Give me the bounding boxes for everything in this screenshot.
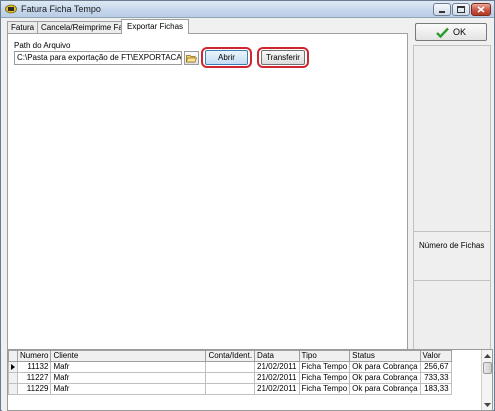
tab-fatura[interactable]: Fatura [7,21,39,33]
cell-cliente[interactable]: Mafr [50,383,207,395]
close-icon [477,6,485,13]
row-indicator [8,372,18,384]
grid-header-row: Numero Cliente Conta/Ident. Data Tipo St… [8,350,452,362]
maximize-button[interactable] [452,3,470,16]
folder-open-icon [186,54,197,62]
cell-status[interactable]: Ok para Cobrança [349,361,421,373]
column-header-numero[interactable]: Numero [16,350,52,362]
browse-folder-button[interactable] [184,51,199,65]
cell-data[interactable]: 21/02/2011 [254,361,300,373]
cell-numero[interactable]: 11229 [16,383,52,395]
scroll-up-button[interactable] [482,350,492,361]
minimize-button[interactable] [433,3,451,16]
transferir-button[interactable]: Transferir [261,50,305,65]
title-bar[interactable]: Fatura Ficha Tempo [1,1,494,18]
table-row[interactable]: 11227 Mafr 21/02/2011 Ficha Tempo Ok par… [8,372,452,384]
row-indicator [8,361,18,373]
cell-data[interactable]: 21/02/2011 [254,383,300,395]
main-window: Fatura Ficha Tempo Fatura Cancela/Reimpr… [0,0,495,411]
window-title: Fatura Ficha Tempo [21,4,101,14]
cell-conta[interactable] [205,372,256,384]
cell-data[interactable]: 21/02/2011 [254,372,300,384]
cell-tipo[interactable]: Ficha Tempo [298,361,351,373]
maximize-icon [457,6,465,13]
ok-label: OK [452,27,466,37]
indicator-header [8,350,18,362]
cell-cliente[interactable]: Mafr [50,361,207,373]
column-header-data[interactable]: Data [254,350,300,362]
column-header-valor[interactable]: Valor [419,350,452,362]
minimize-icon [439,10,445,13]
cell-tipo[interactable]: Ficha Tempo [298,372,351,384]
checkmark-icon [436,27,449,38]
path-label: Path do Arquivo [14,41,71,50]
client-area: Fatura Cancela/Reimprime Fatura Exportar… [2,19,493,411]
cell-numero[interactable]: 11227 [16,372,52,384]
cell-cliente[interactable]: Mafr [50,372,207,384]
path-input[interactable]: C:\Pasta para exportação de FT\EXPORTACA… [14,51,182,65]
column-header-status[interactable]: Status [349,350,421,362]
scroll-down-button[interactable] [482,399,492,410]
tab-exportar-fichas[interactable]: Exportar Fichas [121,19,190,34]
cell-valor[interactable]: 183,33 [419,383,452,395]
column-header-conta[interactable]: Conta/Ident. [205,350,256,362]
abrir-button[interactable]: Abrir [205,50,248,65]
ok-button[interactable]: OK [415,23,487,41]
scrollbar-thumb[interactable] [483,362,492,374]
current-row-arrow-icon [11,364,15,370]
cell-conta[interactable] [205,383,256,395]
vertical-scrollbar[interactable] [481,350,492,410]
scroll-up-icon [484,353,491,358]
fichas-grid[interactable]: Numero Cliente Conta/Ident. Data Tipo St… [7,349,493,411]
numero-fichas-box: Número de Fichas [414,231,490,281]
cell-valor[interactable]: 733,33 [419,372,452,384]
scroll-down-icon [484,402,491,407]
cell-numero[interactable]: 11132 [16,361,52,373]
column-header-tipo[interactable]: Tipo [298,350,351,362]
cell-status[interactable]: Ok para Cobrança [349,372,421,384]
cell-conta[interactable] [205,361,256,373]
table-row[interactable]: 11132 Mafr 21/02/2011 Ficha Tempo Ok par… [8,361,452,373]
column-header-cliente[interactable]: Cliente [50,350,207,362]
table-row[interactable]: 11229 Mafr 21/02/2011 Ficha Tempo Ok par… [8,383,452,395]
close-button[interactable] [471,3,491,16]
cell-valor[interactable]: 256,67 [419,361,452,373]
cell-status[interactable]: Ok para Cobrança [349,383,421,395]
app-icon [5,4,17,14]
row-indicator [8,383,18,395]
cell-tipo[interactable]: Ficha Tempo [298,383,351,395]
fichas-table: Numero Cliente Conta/Ident. Data Tipo St… [8,350,452,395]
right-panel: Número de Fichas [413,45,491,363]
numero-fichas-label: Número de Fichas [419,241,485,250]
export-panel: Path do Arquivo C:\Pasta para exportação… [7,33,408,363]
